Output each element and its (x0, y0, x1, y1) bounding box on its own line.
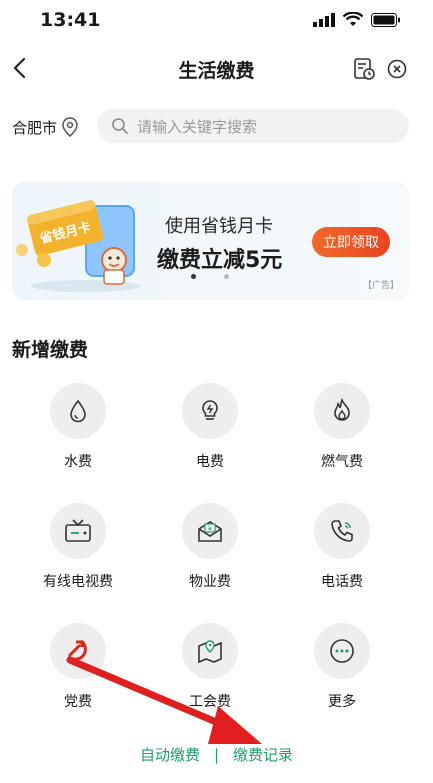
service-icon-circle (182, 383, 238, 439)
lightbulb-icon (202, 400, 218, 420)
search-input[interactable]: 请输入关键字搜索 (97, 109, 409, 143)
service-electricity[interactable]: 电费 (155, 383, 265, 471)
link-divider: | (213, 745, 220, 764)
service-label: 电费 (196, 454, 224, 470)
more-dots-icon (330, 639, 354, 663)
payment-records-link[interactable]: 缴费记录 (233, 744, 293, 765)
service-label: 电话费 (321, 574, 363, 590)
service-gas[interactable]: 燃气费 (287, 383, 397, 471)
location-pin-icon (62, 117, 78, 137)
search-placeholder: 请输入关键字搜索 (137, 117, 258, 136)
bottom-links: 自动缴费 | 缴费记录 (0, 744, 433, 765)
service-more[interactable]: 更多 (287, 623, 397, 711)
service-label: 燃气费 (321, 454, 363, 470)
promo-banner[interactable]: 省钱月卡 使用省钱月卡 缴费立减5元 立即领取 【广告】 (12, 182, 409, 300)
status-time: 13:41 (40, 9, 101, 31)
service-property[interactable]: ¥ 物业费 (155, 503, 265, 591)
tv-icon (65, 519, 91, 542)
ad-label: 【广告】 (362, 281, 399, 291)
service-cable-tv[interactable]: 有线电视费 (23, 503, 133, 591)
service-icon-circle (50, 383, 106, 439)
service-icon-circle (314, 623, 370, 679)
phone-icon (331, 520, 353, 542)
service-label: 有线电视费 (43, 574, 113, 590)
carousel-dot (224, 274, 229, 279)
savings-card-illustration: 省钱月卡 (16, 200, 141, 292)
service-icon-circle: ¥ (182, 503, 238, 559)
section-title: 新增缴费 (12, 339, 89, 361)
service-icon-circle (50, 503, 106, 559)
signal-icon (313, 12, 335, 27)
map-pin-icon (198, 640, 222, 664)
service-telephone[interactable]: 电话费 (287, 503, 397, 591)
service-party-dues[interactable]: 党费 (23, 623, 133, 711)
battery-icon (371, 12, 400, 27)
service-union-dues[interactable]: 工会费 (155, 623, 265, 711)
service-icon-circle (182, 623, 238, 679)
wifi-icon (343, 12, 363, 26)
water-drop-icon (70, 399, 86, 423)
service-icon-circle (314, 503, 370, 559)
svg-text:¥: ¥ (208, 525, 213, 533)
auto-pay-link[interactable]: 自动缴费 (140, 744, 200, 765)
close-circle-icon[interactable] (385, 57, 409, 81)
service-icon-circle (314, 383, 370, 439)
service-label: 党费 (64, 694, 92, 710)
party-emblem-icon (66, 639, 87, 663)
service-water[interactable]: 水费 (23, 383, 133, 471)
status-icons (313, 12, 401, 27)
service-label: 物业费 (189, 574, 231, 590)
carousel-dot-active (191, 274, 196, 279)
service-label: 水费 (64, 454, 92, 470)
claim-now-button[interactable]: 立即领取 (312, 227, 390, 257)
service-icon-circle (50, 623, 106, 679)
search-icon (112, 118, 128, 134)
flame-icon (334, 398, 350, 421)
service-label: 工会费 (189, 694, 231, 710)
nav-bar: 生活缴费 (0, 44, 433, 94)
city-selector[interactable]: 合肥市 (12, 116, 81, 138)
service-label: 更多 (328, 694, 356, 710)
bill-history-icon[interactable] (352, 57, 376, 81)
city-label: 合肥市 (12, 118, 58, 137)
status-bar: 13:41 (0, 0, 433, 44)
banner-subheadline: 缴费立减5元 (157, 248, 283, 273)
banner-headline: 使用省钱月卡 (165, 216, 273, 237)
property-envelope-icon: ¥ (198, 521, 222, 542)
